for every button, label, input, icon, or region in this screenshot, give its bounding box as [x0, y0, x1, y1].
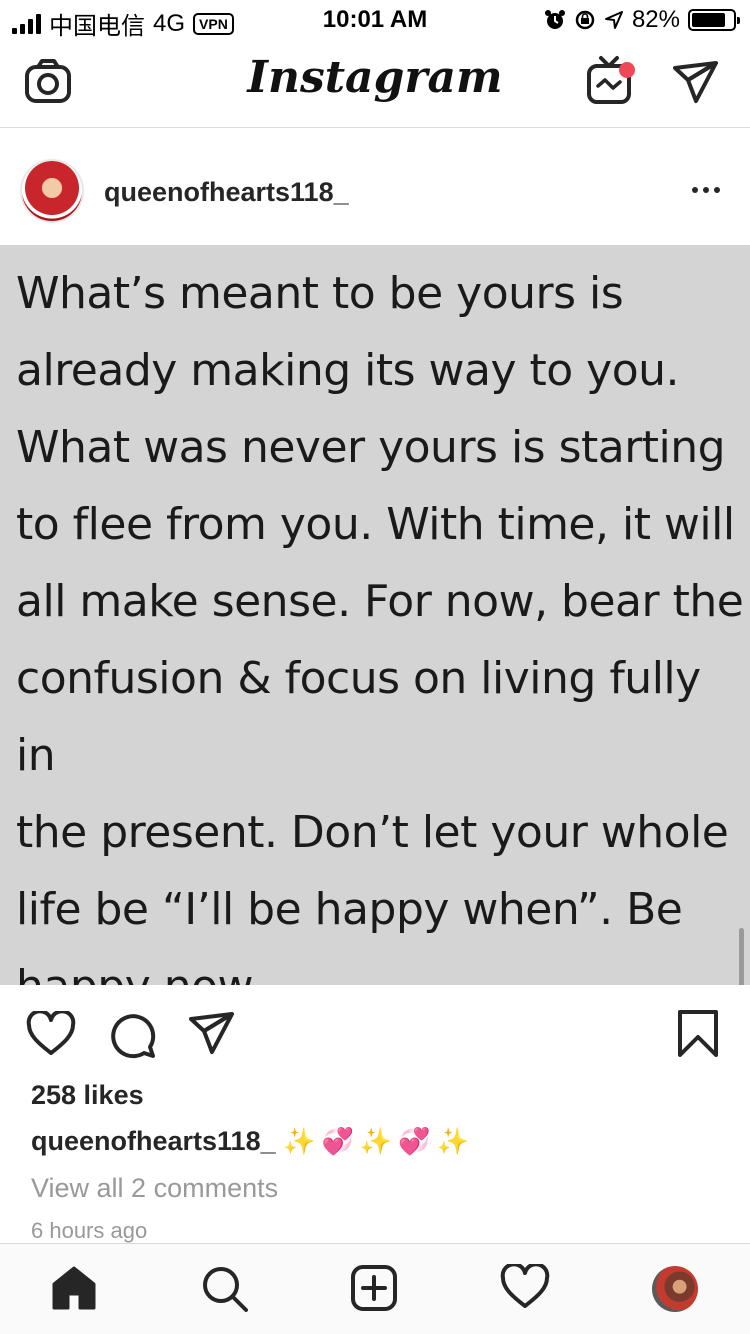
- quote-line: life be “I’ll be happy when”. Be: [16, 884, 683, 935]
- quote-text: What’s meant to be yours is already maki…: [16, 255, 748, 985]
- scroll-indicator: [739, 928, 744, 985]
- status-bar: 中国电信 4G VPN 10:01 AM 82%: [0, 0, 750, 40]
- post-caption: queenofhearts118_ ✨💞✨💞✨: [31, 1126, 475, 1157]
- location-icon: [604, 11, 623, 29]
- rotation-lock-icon: [575, 10, 595, 30]
- share-icon[interactable]: [188, 1011, 236, 1055]
- post-image[interactable]: What’s meant to be yours is already maki…: [0, 245, 750, 985]
- profile-avatar[interactable]: [652, 1266, 698, 1312]
- quote-line: already making its way to you.: [16, 345, 679, 396]
- activity-icon[interactable]: [500, 1264, 550, 1310]
- post-actions: [0, 985, 750, 1085]
- post-author-avatar[interactable]: [20, 159, 84, 223]
- battery-icon: [688, 9, 740, 31]
- more-options-icon[interactable]: [692, 187, 720, 193]
- new-post-icon[interactable]: [350, 1264, 398, 1312]
- bottom-tab-bar: [0, 1243, 750, 1334]
- post-author-username[interactable]: queenofhearts118_: [104, 177, 349, 208]
- like-heart-icon[interactable]: [26, 1011, 76, 1057]
- quote-line: What’s meant to be yours is: [16, 268, 624, 319]
- comment-icon[interactable]: [108, 1011, 158, 1059]
- app-header: Instagram: [0, 40, 750, 128]
- caption-text: ✨💞✨💞✨: [283, 1126, 475, 1156]
- bookmark-icon[interactable]: [677, 1009, 719, 1059]
- search-icon[interactable]: [200, 1264, 250, 1314]
- battery-percent: 82%: [631, 6, 680, 33]
- post-header: queenofhearts118_: [0, 129, 750, 245]
- quote-line: confusion & focus on living fully in: [16, 653, 701, 781]
- igtv-icon[interactable]: [586, 54, 638, 106]
- view-comments-link[interactable]: View all 2 comments: [31, 1173, 278, 1204]
- home-icon[interactable]: [50, 1264, 98, 1312]
- caption-username[interactable]: queenofhearts118_: [31, 1126, 276, 1156]
- quote-line: the present. Don’t let your whole: [16, 807, 729, 858]
- post-timestamp: 6 hours ago: [31, 1218, 148, 1243]
- quote-line: all make sense. For now, bear the: [16, 576, 744, 627]
- quote-line: to flee from you. With time, it will: [16, 499, 735, 550]
- alarm-icon: [544, 10, 565, 29]
- quote-line: What was never yours is starting: [16, 422, 726, 473]
- direct-message-icon[interactable]: [672, 60, 720, 104]
- quote-line: happy now.: [16, 948, 748, 985]
- likes-count[interactable]: 258 likes: [31, 1080, 144, 1111]
- igtv-notification-dot: [619, 62, 635, 78]
